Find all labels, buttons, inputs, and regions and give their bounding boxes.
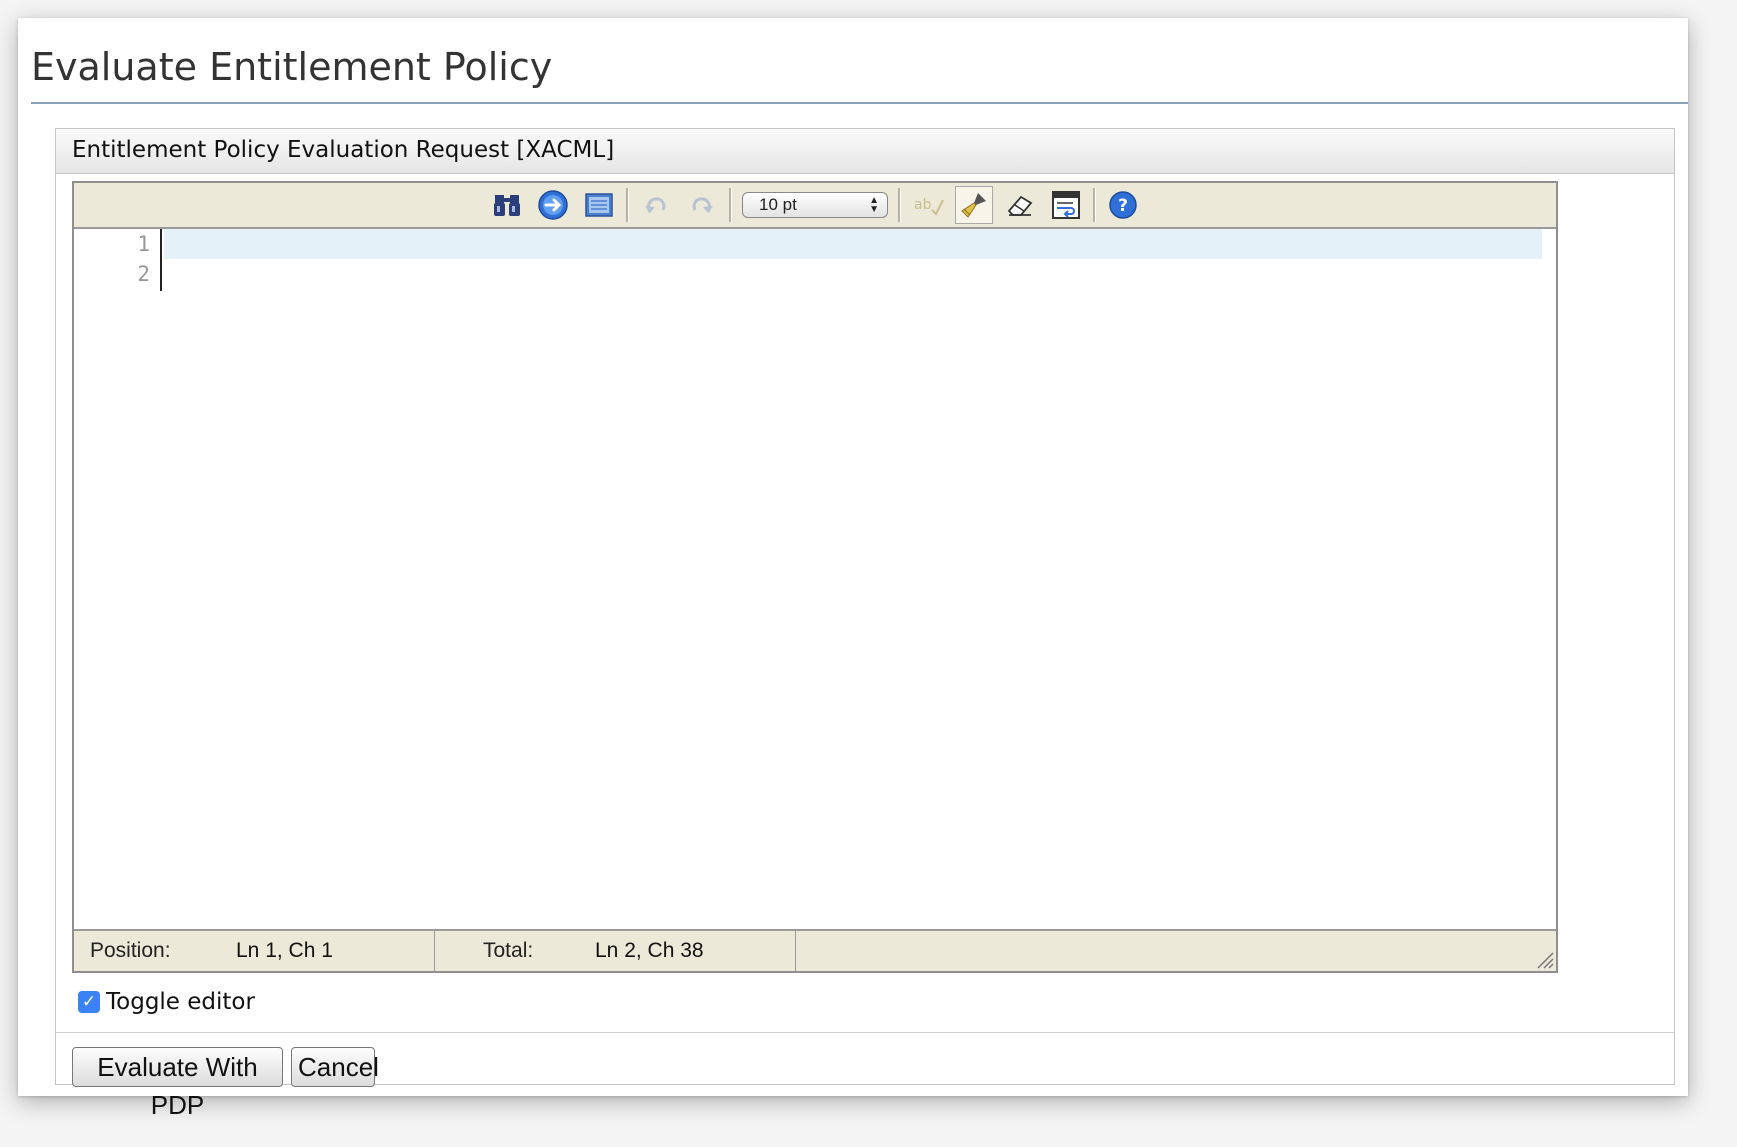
text-cursor: [160, 229, 162, 291]
word-wrap-icon[interactable]: [1047, 186, 1085, 224]
fullscreen-icon[interactable]: [580, 186, 618, 224]
svg-text:ab: ab: [914, 197, 932, 213]
search-icon[interactable]: [488, 186, 526, 224]
cancel-button[interactable]: Cancel: [291, 1047, 379, 1087]
evaluate-with-pdp-button[interactable]: Evaluate With PDP: [72, 1047, 283, 1120]
help-icon[interactable]: ?: [1104, 186, 1142, 224]
line-number: 2: [137, 262, 150, 286]
evaluation-panel: Entitlement Policy Evaluation Request [X…: [55, 128, 1675, 1120]
resize-grip-icon[interactable]: [1534, 949, 1554, 969]
line-number-gutter: 1 2: [74, 229, 160, 931]
toggle-editor-checkbox[interactable]: ✓: [78, 991, 100, 1013]
button-bar: Evaluate With PDP Cancel: [56, 1032, 1674, 1120]
page-title: Evaluate Entitlement Policy: [31, 38, 1688, 104]
undo-icon[interactable]: [637, 186, 675, 224]
toggle-editor-label: Toggle editor: [106, 989, 255, 1015]
toolbar-separator: [626, 188, 629, 222]
position-value: Ln 1, Ch 1: [236, 939, 333, 962]
toolbar-separator: [898, 188, 901, 222]
active-line-highlight: [164, 229, 1542, 259]
panel-header: Entitlement Policy Evaluation Request [X…: [56, 129, 1674, 174]
toolbar-separator: [1093, 188, 1096, 222]
editor-statusbar: Position: Ln 1, Ch 1 Total: Ln 2, Ch 38: [74, 929, 1556, 971]
xacml-editor[interactable]: 10 pt ▲ ▼ ab ? 1 2 Position: Ln 1, Ch 1 …: [72, 181, 1558, 973]
code-area[interactable]: 1 2: [74, 229, 1556, 931]
main-window: Evaluate Entitlement Policy Entitlement …: [18, 18, 1688, 1120]
font-size-value: 10 pt: [759, 195, 797, 214]
font-size-select[interactable]: 10 pt ▲ ▼: [742, 192, 888, 218]
reset-icon[interactable]: [1001, 186, 1039, 224]
toolbar-separator: [729, 188, 732, 222]
position-label: Position:: [90, 939, 171, 962]
spellcheck-icon[interactable]: ab: [909, 186, 947, 224]
total-value: Ln 2, Ch 38: [595, 939, 704, 962]
redo-icon[interactable]: [683, 186, 721, 224]
goto-line-icon[interactable]: [534, 186, 572, 224]
status-position: Position: Ln 1, Ch 1: [74, 931, 435, 971]
highlight-icon[interactable]: [955, 186, 993, 224]
line-number: 1: [137, 232, 150, 256]
editor-toolbar: 10 pt ▲ ▼ ab ?: [74, 183, 1556, 229]
svg-text:?: ?: [1118, 196, 1128, 216]
chevron-updown-icon: ▲ ▼: [869, 195, 879, 215]
toggle-editor-row[interactable]: ✓ Toggle editor: [78, 989, 255, 1015]
status-total: Total: Ln 2, Ch 38: [435, 931, 796, 971]
total-label: Total:: [483, 939, 534, 962]
